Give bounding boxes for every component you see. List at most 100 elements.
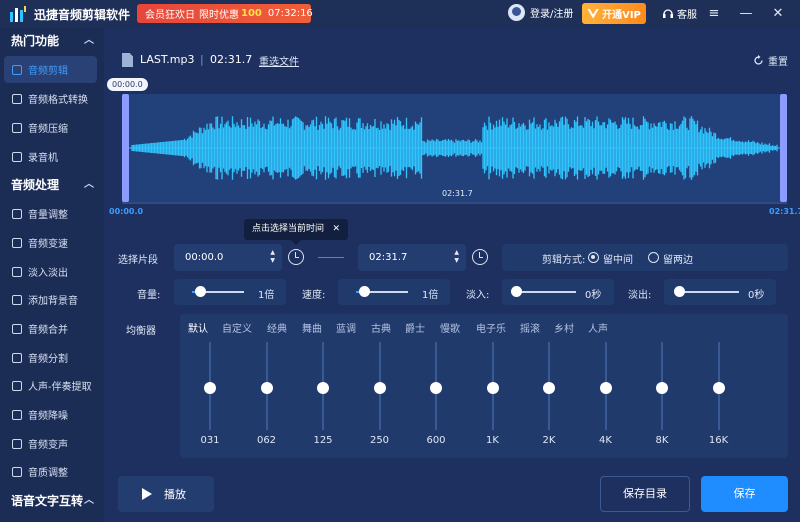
eq-preset-tab[interactable]: 爵士 <box>405 320 425 335</box>
reselect-file-link[interactable]: 重选文件 <box>259 53 299 68</box>
stepper-icon[interactable]: ▲ ▼ <box>454 249 459 265</box>
menu-icon[interactable]: ≡ <box>704 4 724 24</box>
eq-preset-tab[interactable]: 蓝调 <box>336 320 356 335</box>
eq-band-label: 1K <box>486 435 499 446</box>
timeline-end-label: 02:31.7 <box>769 207 800 216</box>
eq-band-knob[interactable] <box>430 382 442 394</box>
section-hot[interactable]: 热门功能 ︿ <box>0 28 104 54</box>
radio-keep-sides[interactable] <box>648 252 659 263</box>
sidebar-item-label: 音频格式转换 <box>28 95 88 106</box>
fade-out-slider-track[interactable] <box>679 291 739 293</box>
start-time-input[interactable]: 00:00.0 ▲ ▼ <box>174 244 282 271</box>
eq-preset-tab[interactable]: 电子乐 <box>476 320 506 335</box>
recorder-icon <box>12 151 22 162</box>
eq-preset-tab[interactable]: 舞曲 <box>302 320 322 335</box>
promo-num: 100 <box>241 8 262 19</box>
stepper-icon[interactable]: ▲ ▼ <box>270 249 275 265</box>
promo-offer: 限时优惠 <box>199 10 239 21</box>
end-time-input[interactable]: 02:31.7 ▲ ▼ <box>358 244 466 271</box>
refresh-icon <box>754 55 763 65</box>
reset-button[interactable]: 重置 <box>753 53 788 68</box>
split-icon <box>12 352 22 363</box>
volume-icon <box>12 208 22 219</box>
sidebar-item-vocal[interactable]: 人声-伴奏提取 <box>4 372 97 399</box>
eq-band-knob[interactable] <box>599 382 612 394</box>
eq-preset-tab[interactable]: 古典 <box>371 320 391 335</box>
radio-keep-middle[interactable] <box>588 252 599 263</box>
trim-handle-left[interactable] <box>122 94 129 202</box>
login-link[interactable]: 登录/注册 <box>508 4 573 21</box>
eq-preset-tab[interactable]: 经典 <box>267 320 287 335</box>
eq-band-label: 2K <box>542 435 556 446</box>
sidebar-item-fade[interactable]: 淡入淡出 <box>4 258 97 285</box>
fade-out-slider-knob[interactable] <box>674 286 685 297</box>
sidebar-item-label: 音频分割 <box>28 354 68 365</box>
section-speech-label: 语音文字互转 <box>11 494 84 508</box>
service-label: 客服 <box>677 10 697 21</box>
keep-middle-label[interactable]: 留中间 <box>603 251 633 266</box>
play-button[interactable]: 播放 <box>118 476 214 512</box>
sidebar-item-quality[interactable]: 音质调整 <box>4 458 97 485</box>
segment-label: 选择片段 <box>118 255 158 266</box>
eq-band-knob[interactable] <box>373 382 386 394</box>
save-button[interactable]: 保存 <box>701 476 788 512</box>
eq-preset-tab[interactable]: 人声 <box>588 320 608 335</box>
sidebar-item-format[interactable]: 音频格式转换 <box>4 85 97 112</box>
denoise-icon <box>12 409 22 420</box>
eq-preset-tab[interactable]: 自定义 <box>222 320 252 335</box>
sidebar-item-volume[interactable]: 音量调整 <box>4 200 97 227</box>
section-proc[interactable]: 音频处理 ︿ <box>0 172 104 198</box>
waveform[interactable] <box>122 94 787 202</box>
sidebar-item-label: 音频合并 <box>28 325 68 336</box>
fade-in-slider-track[interactable] <box>516 291 576 293</box>
eq-band-knob[interactable] <box>317 382 329 394</box>
fade-out-value: 0秒 <box>748 290 765 301</box>
sidebar-item-compress[interactable]: 音频压缩 <box>4 114 97 141</box>
fade-in-slider-knob[interactable] <box>511 286 522 297</box>
eq-band-knob[interactable] <box>486 382 499 394</box>
sidebar-item-label: 人声-伴奏提取 <box>28 382 92 393</box>
eq-band-knob[interactable] <box>260 382 273 394</box>
trim-handle-right[interactable] <box>780 94 787 202</box>
sidebar-item-audio-cut[interactable]: 音频剪辑 <box>4 56 97 83</box>
sidebar-item-bgm[interactable]: 添加背景音 <box>4 286 97 313</box>
sidebar-item-voice-change[interactable]: 音频变声 <box>4 430 97 457</box>
sidebar-item-split[interactable]: 音频分割 <box>4 344 97 371</box>
sidebar-item-label: 录音机 <box>28 153 58 164</box>
keep-sides-label[interactable]: 留两边 <box>663 251 693 266</box>
eq-preset-tab[interactable]: 慢歌 <box>440 320 460 335</box>
service-button[interactable]: 客服 <box>662 6 697 21</box>
tooltip-close-icon[interactable]: ✕ <box>332 219 340 240</box>
sidebar-item-merge[interactable]: 音频合并 <box>4 315 97 342</box>
sidebar-item-label: 音频降噪 <box>28 411 68 422</box>
minimize-icon[interactable]: — <box>736 4 756 24</box>
play-icon <box>142 488 152 500</box>
eq-band-knob[interactable] <box>543 382 555 394</box>
file-duration: 02:31.7 <box>210 53 253 66</box>
speed-slider-knob[interactable] <box>358 286 370 297</box>
sidebar-item-label: 淡入淡出 <box>28 268 68 279</box>
eq-band-label: 031 <box>200 435 220 446</box>
close-icon[interactable]: ✕ <box>768 4 788 24</box>
sidebar-item-recorder[interactable]: 录音机 <box>4 143 97 170</box>
save-directory-button[interactable]: 保存目录 <box>600 476 690 512</box>
eq-band-knob[interactable] <box>204 382 216 394</box>
promo-banner[interactable]: 会员狂欢日 限时优惠 100 07:32:16 <box>137 4 313 23</box>
section-speech[interactable]: 语音文字互转 ︿ <box>0 488 104 514</box>
sidebar-item-denoise[interactable]: 音频降噪 <box>4 401 97 428</box>
eq-preset-tab[interactable]: 默认 <box>188 320 208 335</box>
end-clock-icon[interactable] <box>472 249 488 265</box>
eq-preset-tab[interactable]: 摇滚 <box>520 320 540 335</box>
volume-slider-knob[interactable] <box>194 286 206 297</box>
start-clock-icon[interactable] <box>288 249 304 265</box>
eq-preset-tab[interactable]: 乡村 <box>554 320 574 335</box>
sidebar-item-speed[interactable]: 音频变速 <box>4 229 97 256</box>
eq-band-label: 600 <box>426 435 446 446</box>
eq-band-knob[interactable] <box>656 382 668 394</box>
equalizer-label: 均衡器 <box>126 326 156 337</box>
vip-button[interactable]: 开通VIP <box>582 3 646 24</box>
sidebar-item-label: 音频变速 <box>28 239 68 250</box>
file-name: LAST.mp3 <box>140 53 195 66</box>
eq-band-knob[interactable] <box>712 382 725 394</box>
waveform-duration: 02:31.7 <box>442 189 473 198</box>
